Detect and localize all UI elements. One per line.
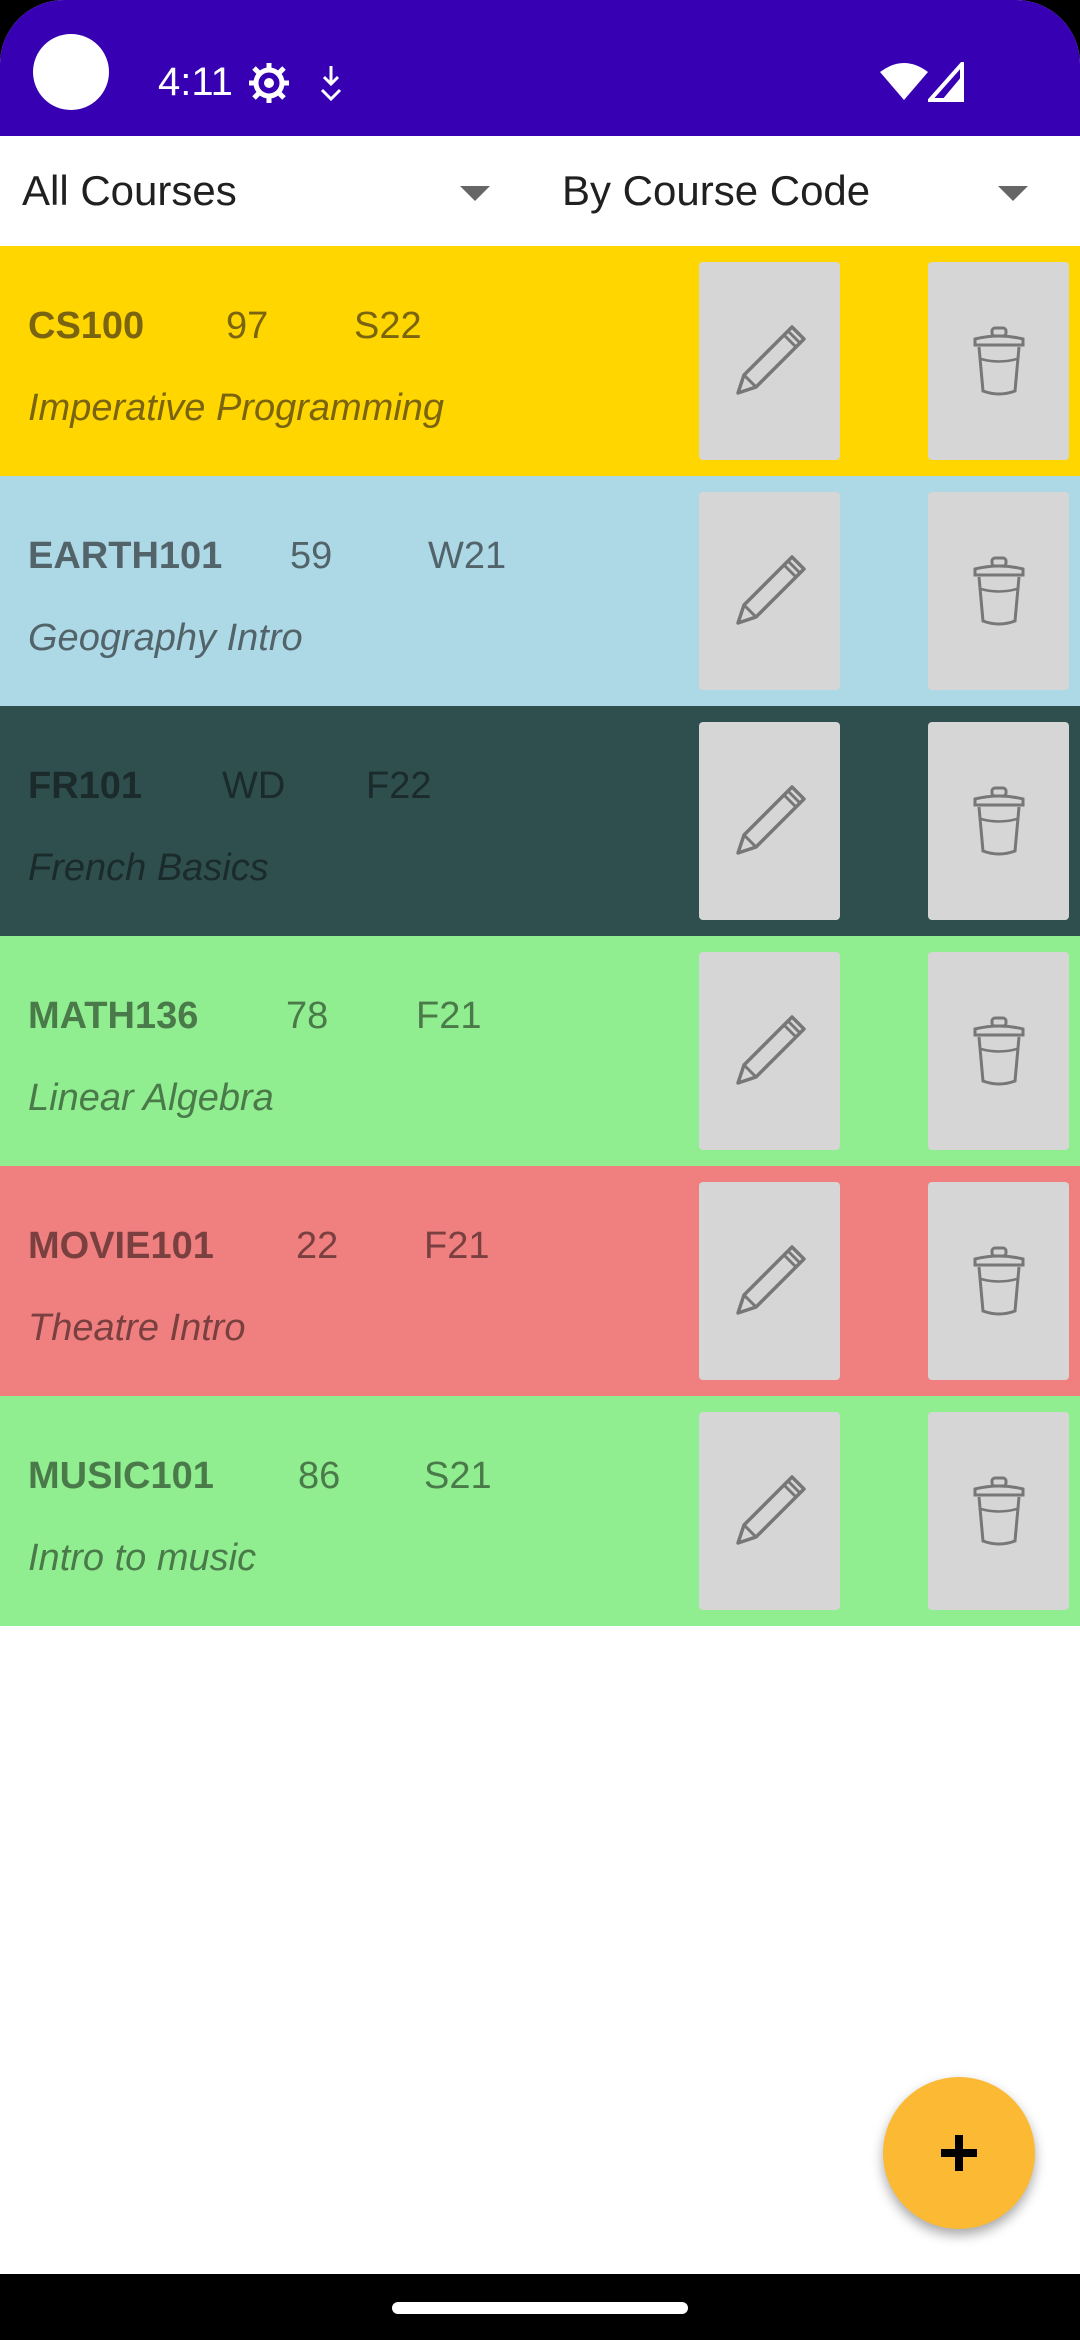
course-code: CS100 [28, 305, 145, 347]
course-row[interactable]: EARTH101 59 W21 Geography Intro [0, 476, 1080, 706]
course-code: MUSIC101 [28, 1455, 214, 1497]
delete-course-button[interactable] [928, 722, 1069, 920]
delete-course-button[interactable] [928, 262, 1069, 460]
delete-course-button[interactable] [928, 952, 1069, 1150]
pencil-icon [735, 785, 806, 855]
pencil-icon [735, 555, 806, 625]
pencil-icon [735, 325, 806, 395]
course-code: MOVIE101 [28, 1225, 214, 1267]
course-row[interactable]: MATH136 78 F21 Linear Algebra [0, 936, 1080, 1166]
course-code: MATH136 [28, 995, 199, 1037]
pencil-icon [735, 1475, 806, 1545]
delete-course-button[interactable] [928, 1182, 1069, 1380]
trash-icon [973, 1016, 1024, 1086]
delete-course-button[interactable] [928, 1412, 1069, 1610]
dropdown-arrow-icon [998, 186, 1028, 201]
edit-course-button[interactable] [699, 722, 840, 920]
wifi-icon [880, 63, 928, 100]
course-term: F21 [424, 1225, 490, 1267]
course-title: Imperative Programming [28, 387, 445, 429]
course-title: Theatre Intro [28, 1307, 246, 1349]
course-grade: 78 [286, 995, 329, 1037]
course-code: EARTH101 [28, 535, 223, 577]
app-screen: 4:11 All Courses By Course Code CS100 97… [0, 0, 1080, 2340]
course-title: Intro to music [28, 1537, 257, 1579]
course-grade: 22 [296, 1225, 339, 1267]
settings-gear-icon [249, 63, 289, 103]
course-title: Linear Algebra [28, 1077, 274, 1119]
add-course-button[interactable] [883, 2077, 1035, 2229]
course-title: Geography Intro [28, 617, 303, 659]
course-filter-dropdown[interactable]: All Courses [22, 136, 492, 246]
trash-icon [973, 786, 1024, 856]
course-term: F22 [366, 765, 432, 807]
sort-order-value: By Course Code [562, 167, 871, 214]
edit-course-button[interactable] [699, 1182, 840, 1380]
camera-cutout [33, 34, 109, 110]
download-icon [320, 66, 342, 102]
course-grade: WD [222, 765, 286, 807]
sort-order-dropdown[interactable]: By Course Code [562, 136, 1042, 246]
cell-signal-icon [928, 62, 964, 102]
course-title: French Basics [28, 847, 269, 889]
course-term: F21 [416, 995, 482, 1037]
course-grade: 97 [226, 305, 269, 347]
course-row[interactable]: MUSIC101 86 S21 Intro to music [0, 1396, 1080, 1626]
course-grade: 86 [298, 1455, 341, 1497]
trash-icon [973, 1476, 1024, 1546]
status-time: 4:11 [158, 60, 233, 104]
pencil-icon [735, 1245, 806, 1315]
course-term: S22 [354, 305, 422, 347]
pencil-icon [735, 1015, 806, 1085]
delete-course-button[interactable] [928, 492, 1069, 690]
status-bar: 4:11 [0, 0, 1080, 136]
edit-course-button[interactable] [699, 952, 840, 1150]
course-row[interactable]: CS100 97 S22 Imperative Programming [0, 246, 1080, 476]
edit-course-button[interactable] [699, 262, 840, 460]
course-list: CS100 97 S22 Imperative Programming EARTH101… [0, 246, 1080, 1626]
edit-course-button[interactable] [699, 1412, 840, 1610]
filter-bar: All Courses By Course Code [0, 136, 1080, 246]
trash-icon [973, 1246, 1024, 1316]
edit-course-button[interactable] [699, 492, 840, 690]
course-row[interactable]: MOVIE101 22 F21 Theatre Intro [0, 1166, 1080, 1396]
dropdown-arrow-icon [460, 186, 490, 201]
course-row[interactable]: FR101 WD F22 French Basics [0, 706, 1080, 936]
home-gesture-handle[interactable] [392, 2302, 688, 2314]
trash-icon [973, 326, 1024, 396]
plus-icon [941, 2135, 977, 2171]
course-term: S21 [424, 1455, 492, 1497]
course-code: FR101 [28, 765, 143, 807]
trash-icon [973, 556, 1024, 626]
course-term: W21 [428, 535, 507, 577]
course-filter-value: All Courses [22, 167, 237, 214]
course-grade: 59 [290, 535, 333, 577]
